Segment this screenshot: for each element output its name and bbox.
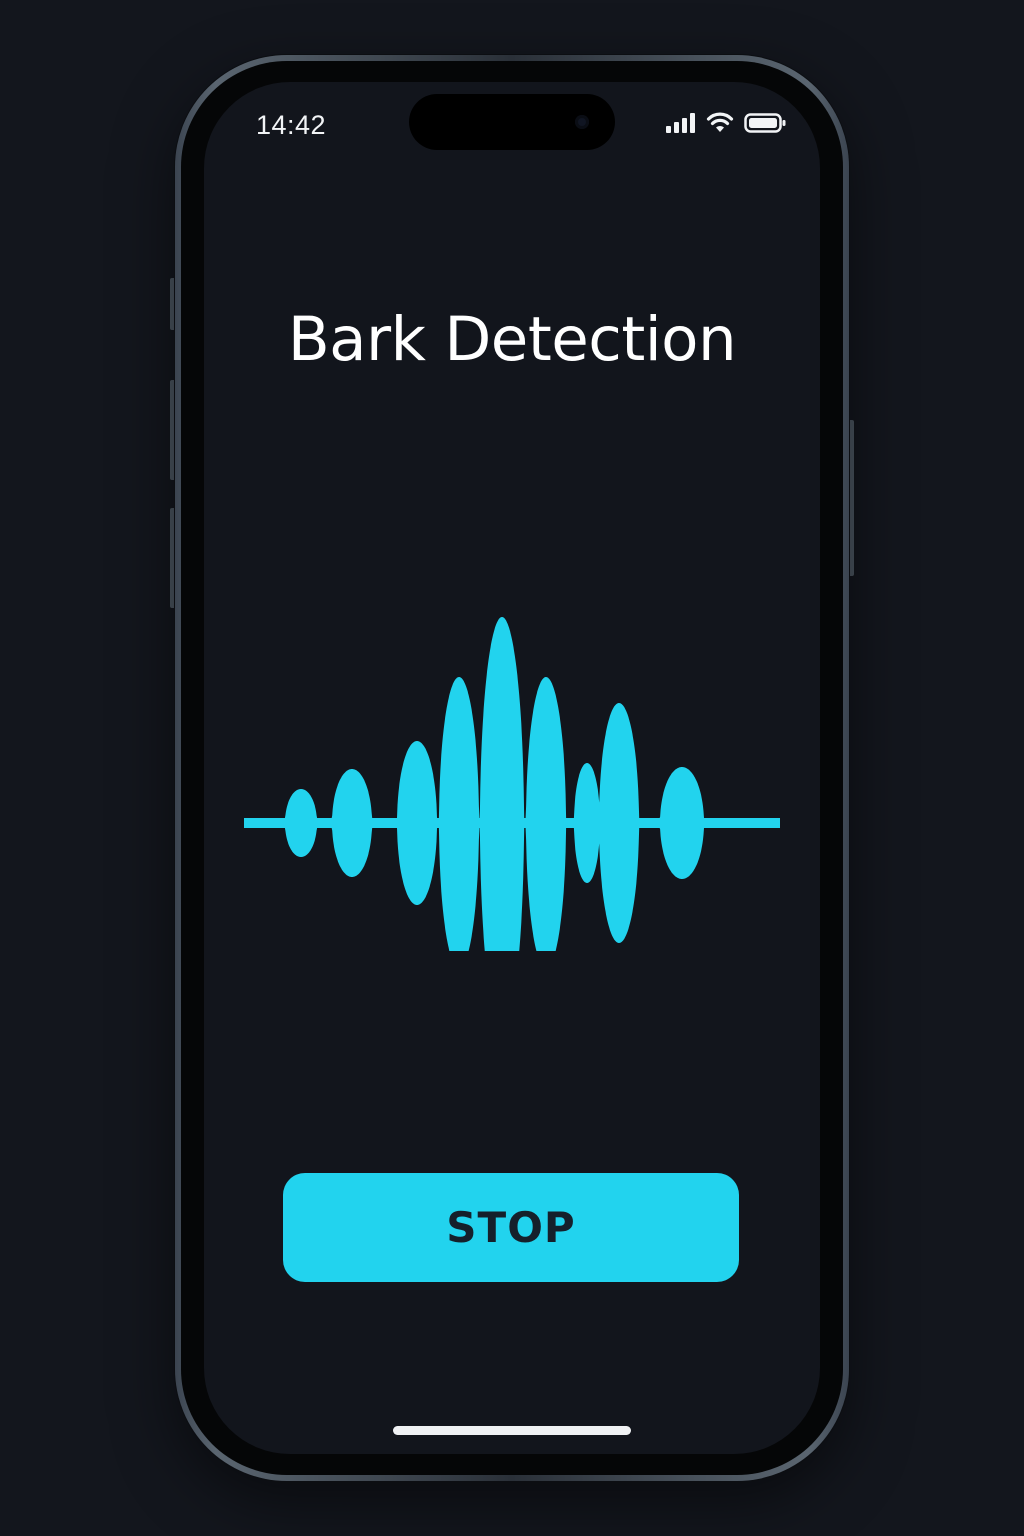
- sound-waveform-icon: [244, 617, 780, 951]
- phone-screen: 14:42 Bark Detection STOP: [204, 82, 820, 1454]
- stop-button[interactable]: STOP: [283, 1173, 739, 1282]
- front-camera-icon: [575, 115, 589, 129]
- status-icons: [666, 112, 786, 134]
- battery-icon: [744, 113, 786, 133]
- home-indicator: [393, 1426, 631, 1435]
- wifi-icon: [706, 112, 734, 132]
- page-title: Bark Detection: [287, 304, 737, 375]
- dynamic-island: [409, 94, 615, 150]
- canvas: 14:42 Bark Detection STOP: [0, 0, 1024, 1536]
- status-time: 14:42: [256, 110, 327, 140]
- cellular-signal-icon: [666, 113, 695, 133]
